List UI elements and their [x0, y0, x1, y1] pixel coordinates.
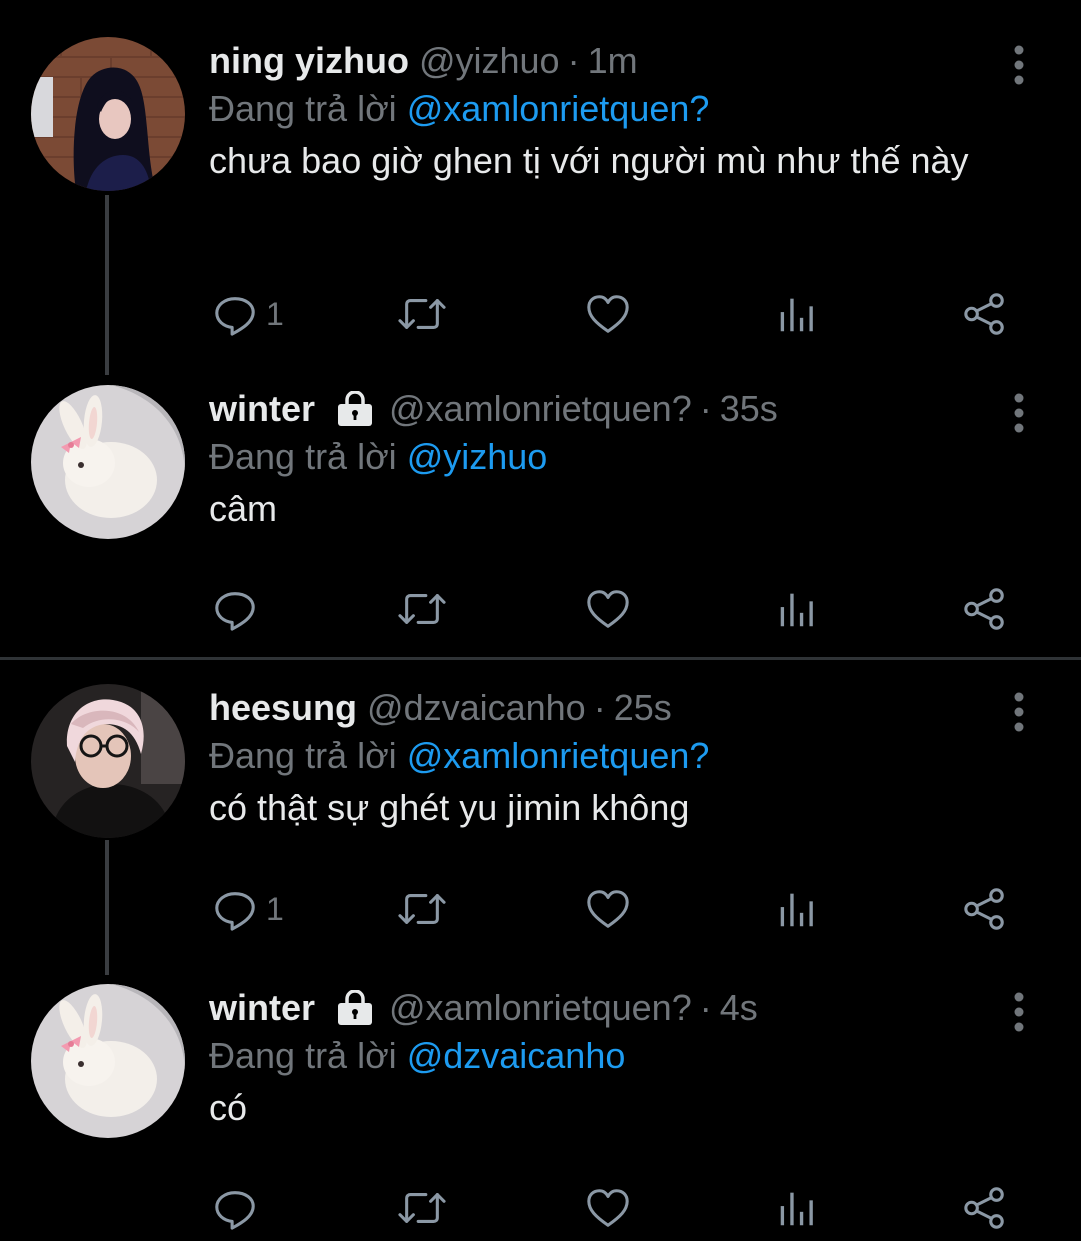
views-icon — [774, 1185, 820, 1231]
user-handle[interactable]: @xamlonrietquen? — [389, 385, 692, 433]
woman-dark-hair-avatar — [31, 37, 185, 191]
reply-icon — [212, 291, 258, 337]
more-options-icon[interactable] — [1004, 45, 1034, 85]
white-bunny-avatar — [31, 385, 185, 539]
display-name[interactable]: winter — [209, 984, 315, 1032]
reply-button[interactable] — [212, 1178, 258, 1238]
like-icon — [585, 1185, 631, 1231]
user-handle[interactable]: @xamlonrietquen? — [389, 984, 692, 1032]
reply-prefix: Đang trả lời — [209, 1035, 397, 1076]
retweet-button[interactable] — [396, 879, 448, 939]
timestamp[interactable]: 25s — [614, 684, 672, 732]
action-bar — [0, 579, 1081, 639]
share-icon — [962, 291, 1008, 337]
mention-link[interactable]: @xamlonrietquen? — [407, 735, 710, 776]
share-button[interactable] — [962, 579, 1008, 639]
lock-icon — [335, 391, 375, 427]
action-bar: 1 — [0, 879, 1081, 939]
retweet-icon — [396, 1185, 448, 1231]
views-icon — [774, 586, 820, 632]
views-icon — [774, 291, 820, 337]
like-icon — [585, 886, 631, 932]
tweet[interactable]: winter @xamlonrietquen? · 35s Đang trả l… — [0, 385, 1081, 650]
retweet-icon — [396, 886, 448, 932]
reply-icon — [212, 886, 258, 932]
share-button[interactable] — [962, 284, 1008, 344]
views-button[interactable] — [774, 879, 820, 939]
reply-context: Đang trả lời @xamlonrietquen? — [209, 85, 991, 133]
views-button[interactable] — [774, 284, 820, 344]
like-icon — [585, 291, 631, 337]
like-button[interactable] — [585, 1178, 631, 1238]
reply-icon — [212, 1185, 258, 1231]
reply-count: 1 — [266, 890, 284, 927]
tweet[interactable]: winter @xamlonrietquen? · 4s Đang trả lờ… — [0, 984, 1081, 1241]
avatar[interactable] — [31, 684, 185, 838]
reply-icon — [212, 586, 258, 632]
more-options-icon[interactable] — [1004, 692, 1034, 732]
tweet-text: có thật sự ghét yu jimin không — [209, 787, 690, 828]
lock-icon — [335, 990, 375, 1026]
reply-context: Đang trả lời @yizhuo — [209, 433, 991, 481]
separator: · — [699, 388, 712, 429]
share-icon — [962, 886, 1008, 932]
retweet-button[interactable] — [396, 579, 448, 639]
action-bar — [0, 1178, 1081, 1238]
avatar[interactable] — [31, 984, 185, 1138]
timestamp[interactable]: 35s — [720, 385, 778, 433]
more-options-icon[interactable] — [1004, 992, 1034, 1032]
retweet-icon — [396, 291, 448, 337]
tweet[interactable]: ning yizhuo @yizhuo · 1m Đang trả lời @x… — [0, 37, 1081, 367]
thread-divider — [0, 657, 1081, 660]
reply-prefix: Đang trả lời — [209, 436, 397, 477]
action-bar: 1 — [0, 284, 1081, 344]
separator: · — [567, 40, 580, 81]
tweet[interactable]: heesung @dzvaicanho · 25s Đang trả lời @… — [0, 684, 1081, 964]
reply-context: Đang trả lời @xamlonrietquen? — [209, 732, 991, 780]
views-button[interactable] — [774, 579, 820, 639]
like-icon — [585, 586, 631, 632]
display-name[interactable]: winter — [209, 385, 315, 433]
views-button[interactable] — [774, 1178, 820, 1238]
like-button[interactable] — [585, 879, 631, 939]
user-handle[interactable]: @dzvaicanho — [367, 684, 586, 732]
mention-link[interactable]: @xamlonrietquen? — [407, 88, 710, 129]
mention-link[interactable]: @yizhuo — [407, 436, 548, 477]
retweet-button[interactable] — [396, 284, 448, 344]
man-glasses-avatar — [31, 684, 185, 838]
views-icon — [774, 886, 820, 932]
avatar[interactable] — [31, 37, 185, 191]
timestamp[interactable]: 1m — [588, 37, 638, 85]
share-button[interactable] — [962, 879, 1008, 939]
share-icon — [962, 1185, 1008, 1231]
reply-button[interactable]: 1 — [212, 879, 284, 939]
display-name[interactable]: heesung — [209, 684, 357, 732]
tweet-text: có — [209, 1087, 248, 1128]
reply-prefix: Đang trả lời — [209, 735, 397, 776]
reply-count: 1 — [266, 295, 284, 332]
display-name[interactable]: ning yizhuo — [209, 37, 409, 85]
separator: · — [593, 687, 606, 728]
timestamp[interactable]: 4s — [720, 984, 758, 1032]
mention-link[interactable]: @dzvaicanho — [407, 1035, 626, 1076]
reply-button[interactable]: 1 — [212, 284, 284, 344]
retweet-icon — [396, 586, 448, 632]
tweet-text: câm — [209, 488, 278, 529]
more-options-icon[interactable] — [1004, 393, 1034, 433]
share-button[interactable] — [962, 1178, 1008, 1238]
tweet-text: chưa bao giờ ghen tị với người mù như th… — [209, 140, 969, 181]
user-handle[interactable]: @yizhuo — [419, 37, 560, 85]
reply-prefix: Đang trả lời — [209, 88, 397, 129]
retweet-button[interactable] — [396, 1178, 448, 1238]
like-button[interactable] — [585, 579, 631, 639]
like-button[interactable] — [585, 284, 631, 344]
share-icon — [962, 586, 1008, 632]
reply-context: Đang trả lời @dzvaicanho — [209, 1032, 991, 1080]
separator: · — [699, 987, 712, 1028]
avatar[interactable] — [31, 385, 185, 539]
reply-button[interactable] — [212, 579, 258, 639]
white-bunny-avatar — [31, 984, 185, 1138]
